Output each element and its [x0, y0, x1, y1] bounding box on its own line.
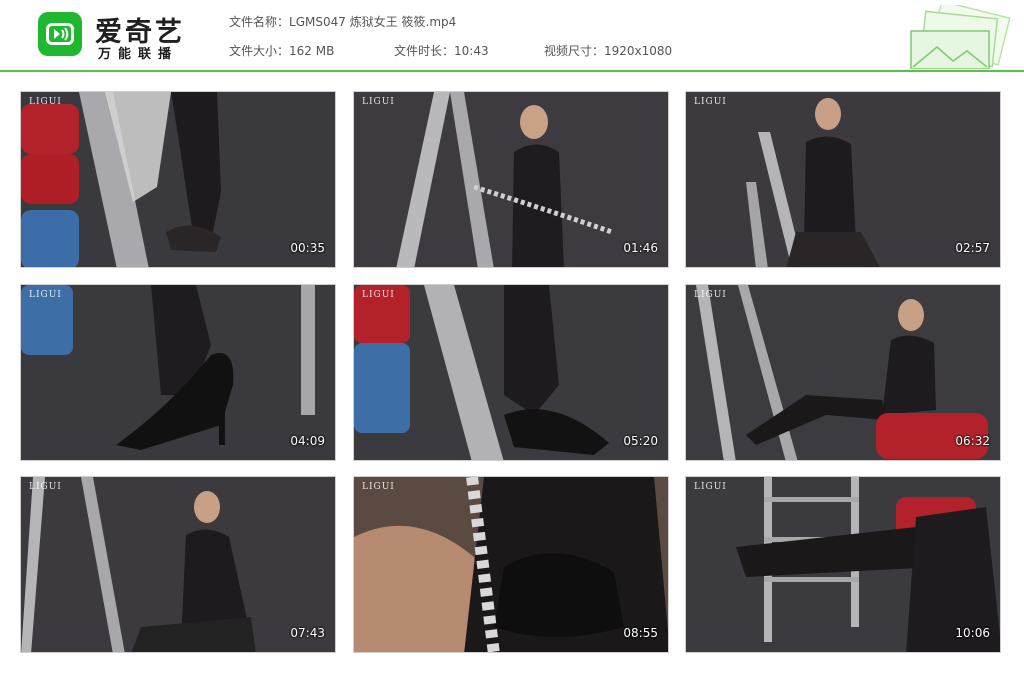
thumbnail-2[interactable]: LIGUI 01:46 — [353, 91, 669, 268]
watermark-brand: LIGUI — [29, 482, 62, 492]
logo-subtitle: 万能联播 — [98, 47, 179, 62]
watermark-brand: LIGUI — [362, 482, 395, 492]
thumbnail-timestamp: 07:43 — [290, 626, 325, 640]
iqiyi-logo-icon — [38, 12, 82, 56]
duration-row: 文件时长：10:43 — [394, 42, 489, 59]
watermark-brand: LIGUI — [694, 482, 727, 492]
watermark-brand: LIGUI — [362, 290, 395, 300]
file-size-label: 文件大小： — [229, 44, 290, 58]
resolution-label: 视频尺寸： — [544, 44, 605, 58]
thumbnail-timestamp: 04:09 — [290, 434, 325, 448]
thumbnail-timestamp: 01:46 — [623, 241, 658, 255]
watermark-brand: LIGUI — [29, 97, 62, 107]
file-name-value: LGMS047 炼狱女王 筱筱.mp4 — [289, 15, 457, 29]
watermark-brand: LIGUI — [29, 290, 62, 300]
thumbnail-timestamp: 02:57 — [955, 241, 990, 255]
watermark-brand: LIGUI — [362, 97, 395, 107]
file-size-value: 162 MB — [289, 44, 335, 58]
thumbnail-timestamp: 10:06 — [955, 626, 990, 640]
watermark-brand: LIGUI — [694, 290, 727, 300]
photo-stack-decoration-icon — [910, 5, 1011, 69]
duration-label: 文件时长： — [394, 44, 455, 58]
header-divider — [0, 70, 1024, 72]
duration-value: 10:43 — [454, 44, 489, 58]
thumbnail-9[interactable]: LIGUI 10:06 — [685, 476, 1001, 653]
thumbnail-5[interactable]: LIGUI 05:20 — [353, 284, 669, 461]
resolution-value: 1920x1080 — [604, 44, 673, 58]
watermark-brand: LIGUI — [694, 97, 727, 107]
file-name-row: 文件名称：LGMS047 炼狱女王 筱筱.mp4 — [229, 13, 456, 30]
thumbnail-6[interactable]: LIGUI 06:32 — [685, 284, 1001, 461]
thumbnail-4[interactable]: LIGUI 04:09 — [20, 284, 336, 461]
thumbnail-timestamp: 00:35 — [290, 241, 325, 255]
thumbnail-timestamp: 08:55 — [623, 626, 658, 640]
file-name-label: 文件名称： — [229, 15, 290, 29]
thumbnail-1[interactable]: LIGUI 00:35 — [20, 91, 336, 268]
resolution-row: 视频尺寸：1920x1080 — [544, 42, 672, 59]
thumbnail-timestamp: 06:32 — [955, 434, 990, 448]
thumbnail-3[interactable]: LIGUI 02:57 — [685, 91, 1001, 268]
thumbnail-8[interactable]: LIGUI 08:55 — [353, 476, 669, 653]
thumbnail-7[interactable]: LIGUI 07:43 — [20, 476, 336, 653]
file-size-row: 文件大小：162 MB — [229, 42, 334, 59]
header: 爱奇艺 万能联播 文件名称：LGMS047 炼狱女王 筱筱.mp4 文件大小：1… — [0, 0, 1024, 70]
thumbnail-timestamp: 05:20 — [623, 434, 658, 448]
